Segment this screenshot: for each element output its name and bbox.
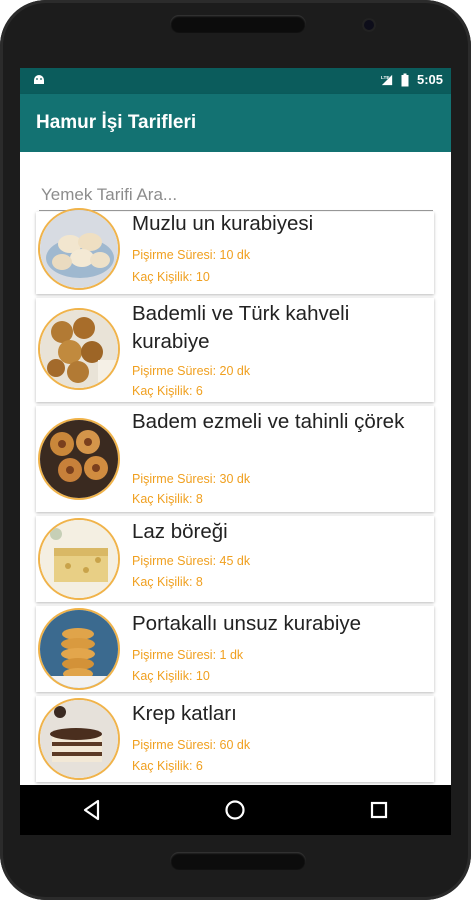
front-camera <box>364 20 374 30</box>
recipe-cook-time: Pişirme Süresi: 45 dk <box>132 554 251 568</box>
main-content: Muzlu un kurabiyesi Pişirme Süresi: 10 d… <box>20 152 451 785</box>
recipe-title: Krep katları <box>132 702 237 725</box>
recipe-thumbnail <box>38 208 120 290</box>
navigation-bar <box>20 785 451 835</box>
recipe-card[interactable]: Portakallı unsuz kurabiye Pişirme Süresi… <box>36 606 434 692</box>
recipe-thumbnail <box>38 308 120 390</box>
back-triangle-icon <box>83 799 99 821</box>
recipe-cook-time: Pişirme Süresi: 60 dk <box>132 738 251 752</box>
recipe-card[interactable]: Krep katları Pişirme Süresi: 60 dk Kaç K… <box>36 696 434 782</box>
recipe-servings: Kaç Kişilik: 6 <box>132 384 203 398</box>
recipe-card[interactable]: Bademli ve Türk kahveli kurabiye Pişirme… <box>36 298 434 402</box>
status-bar: LTE 5:05 <box>20 68 451 94</box>
app-bar: Hamur İşi Tarifleri <box>20 94 451 152</box>
recipe-servings: Kaç Kişilik: 10 <box>132 669 210 683</box>
recents-square-icon <box>371 801 388 819</box>
recipe-list: Muzlu un kurabiyesi Pişirme Süresi: 10 d… <box>36 208 434 786</box>
battery-icon <box>401 73 409 86</box>
recipe-servings: Kaç Kişilik: 10 <box>132 270 210 284</box>
recipe-cook-time: Pişirme Süresi: 20 dk <box>132 364 251 378</box>
svg-text:LTE: LTE <box>381 75 390 80</box>
status-time: 5:05 <box>416 72 443 87</box>
recipe-title: Portakallı unsuz kurabiye <box>132 612 362 635</box>
recipe-card[interactable]: Muzlu un kurabiyesi Pişirme Süresi: 10 d… <box>36 208 434 294</box>
recipe-title: Laz böreği <box>132 520 228 543</box>
recipe-servings: Kaç Kişilik: 6 <box>132 759 203 773</box>
back-button[interactable] <box>72 790 112 830</box>
app-title: Hamur İşi Tarifleri <box>36 112 197 133</box>
recipe-servings: Kaç Kişilik: 8 <box>132 492 203 506</box>
earpiece-speaker <box>170 15 306 33</box>
recipe-thumbnail <box>38 698 120 780</box>
status-right: LTE 5:05 <box>381 72 443 87</box>
recipe-card[interactable]: Laz böreği Pişirme Süresi: 45 dk Kaç Kiş… <box>36 516 434 602</box>
bottom-speaker <box>170 852 306 870</box>
recipe-thumbnail <box>38 518 120 600</box>
recipe-cook-time: Pişirme Süresi: 1 dk <box>132 648 244 662</box>
signal-lte-icon: LTE <box>381 74 393 85</box>
recipe-cook-time: Pişirme Süresi: 10 dk <box>132 248 251 262</box>
recents-button[interactable] <box>359 790 399 830</box>
recipe-thumbnail <box>38 608 120 690</box>
recipe-title: Badem ezmeli ve tahinli çörek <box>132 410 405 433</box>
recipe-servings: Kaç Kişilik: 8 <box>132 575 203 589</box>
search-input[interactable] <box>39 180 433 211</box>
recipe-title: Bademli ve Türk kahveli kurabiye <box>132 302 350 353</box>
home-circle-icon <box>225 800 246 820</box>
android-icon <box>34 75 44 84</box>
screen: LTE 5:05 Hamur İşi Tarifleri Yemek Tarif… <box>20 68 451 835</box>
recipe-cook-time: Pişirme Süresi: 30 dk <box>132 472 251 486</box>
recipe-card[interactable]: Badem ezmeli ve tahinli çörek Pişirme Sü… <box>36 406 434 512</box>
recipe-title: Muzlu un kurabiyesi <box>132 212 314 235</box>
recipe-thumbnail <box>38 418 120 500</box>
home-button[interactable] <box>215 790 255 830</box>
phone-frame: LTE 5:05 Hamur İşi Tarifleri Yemek Tarif… <box>0 0 471 900</box>
